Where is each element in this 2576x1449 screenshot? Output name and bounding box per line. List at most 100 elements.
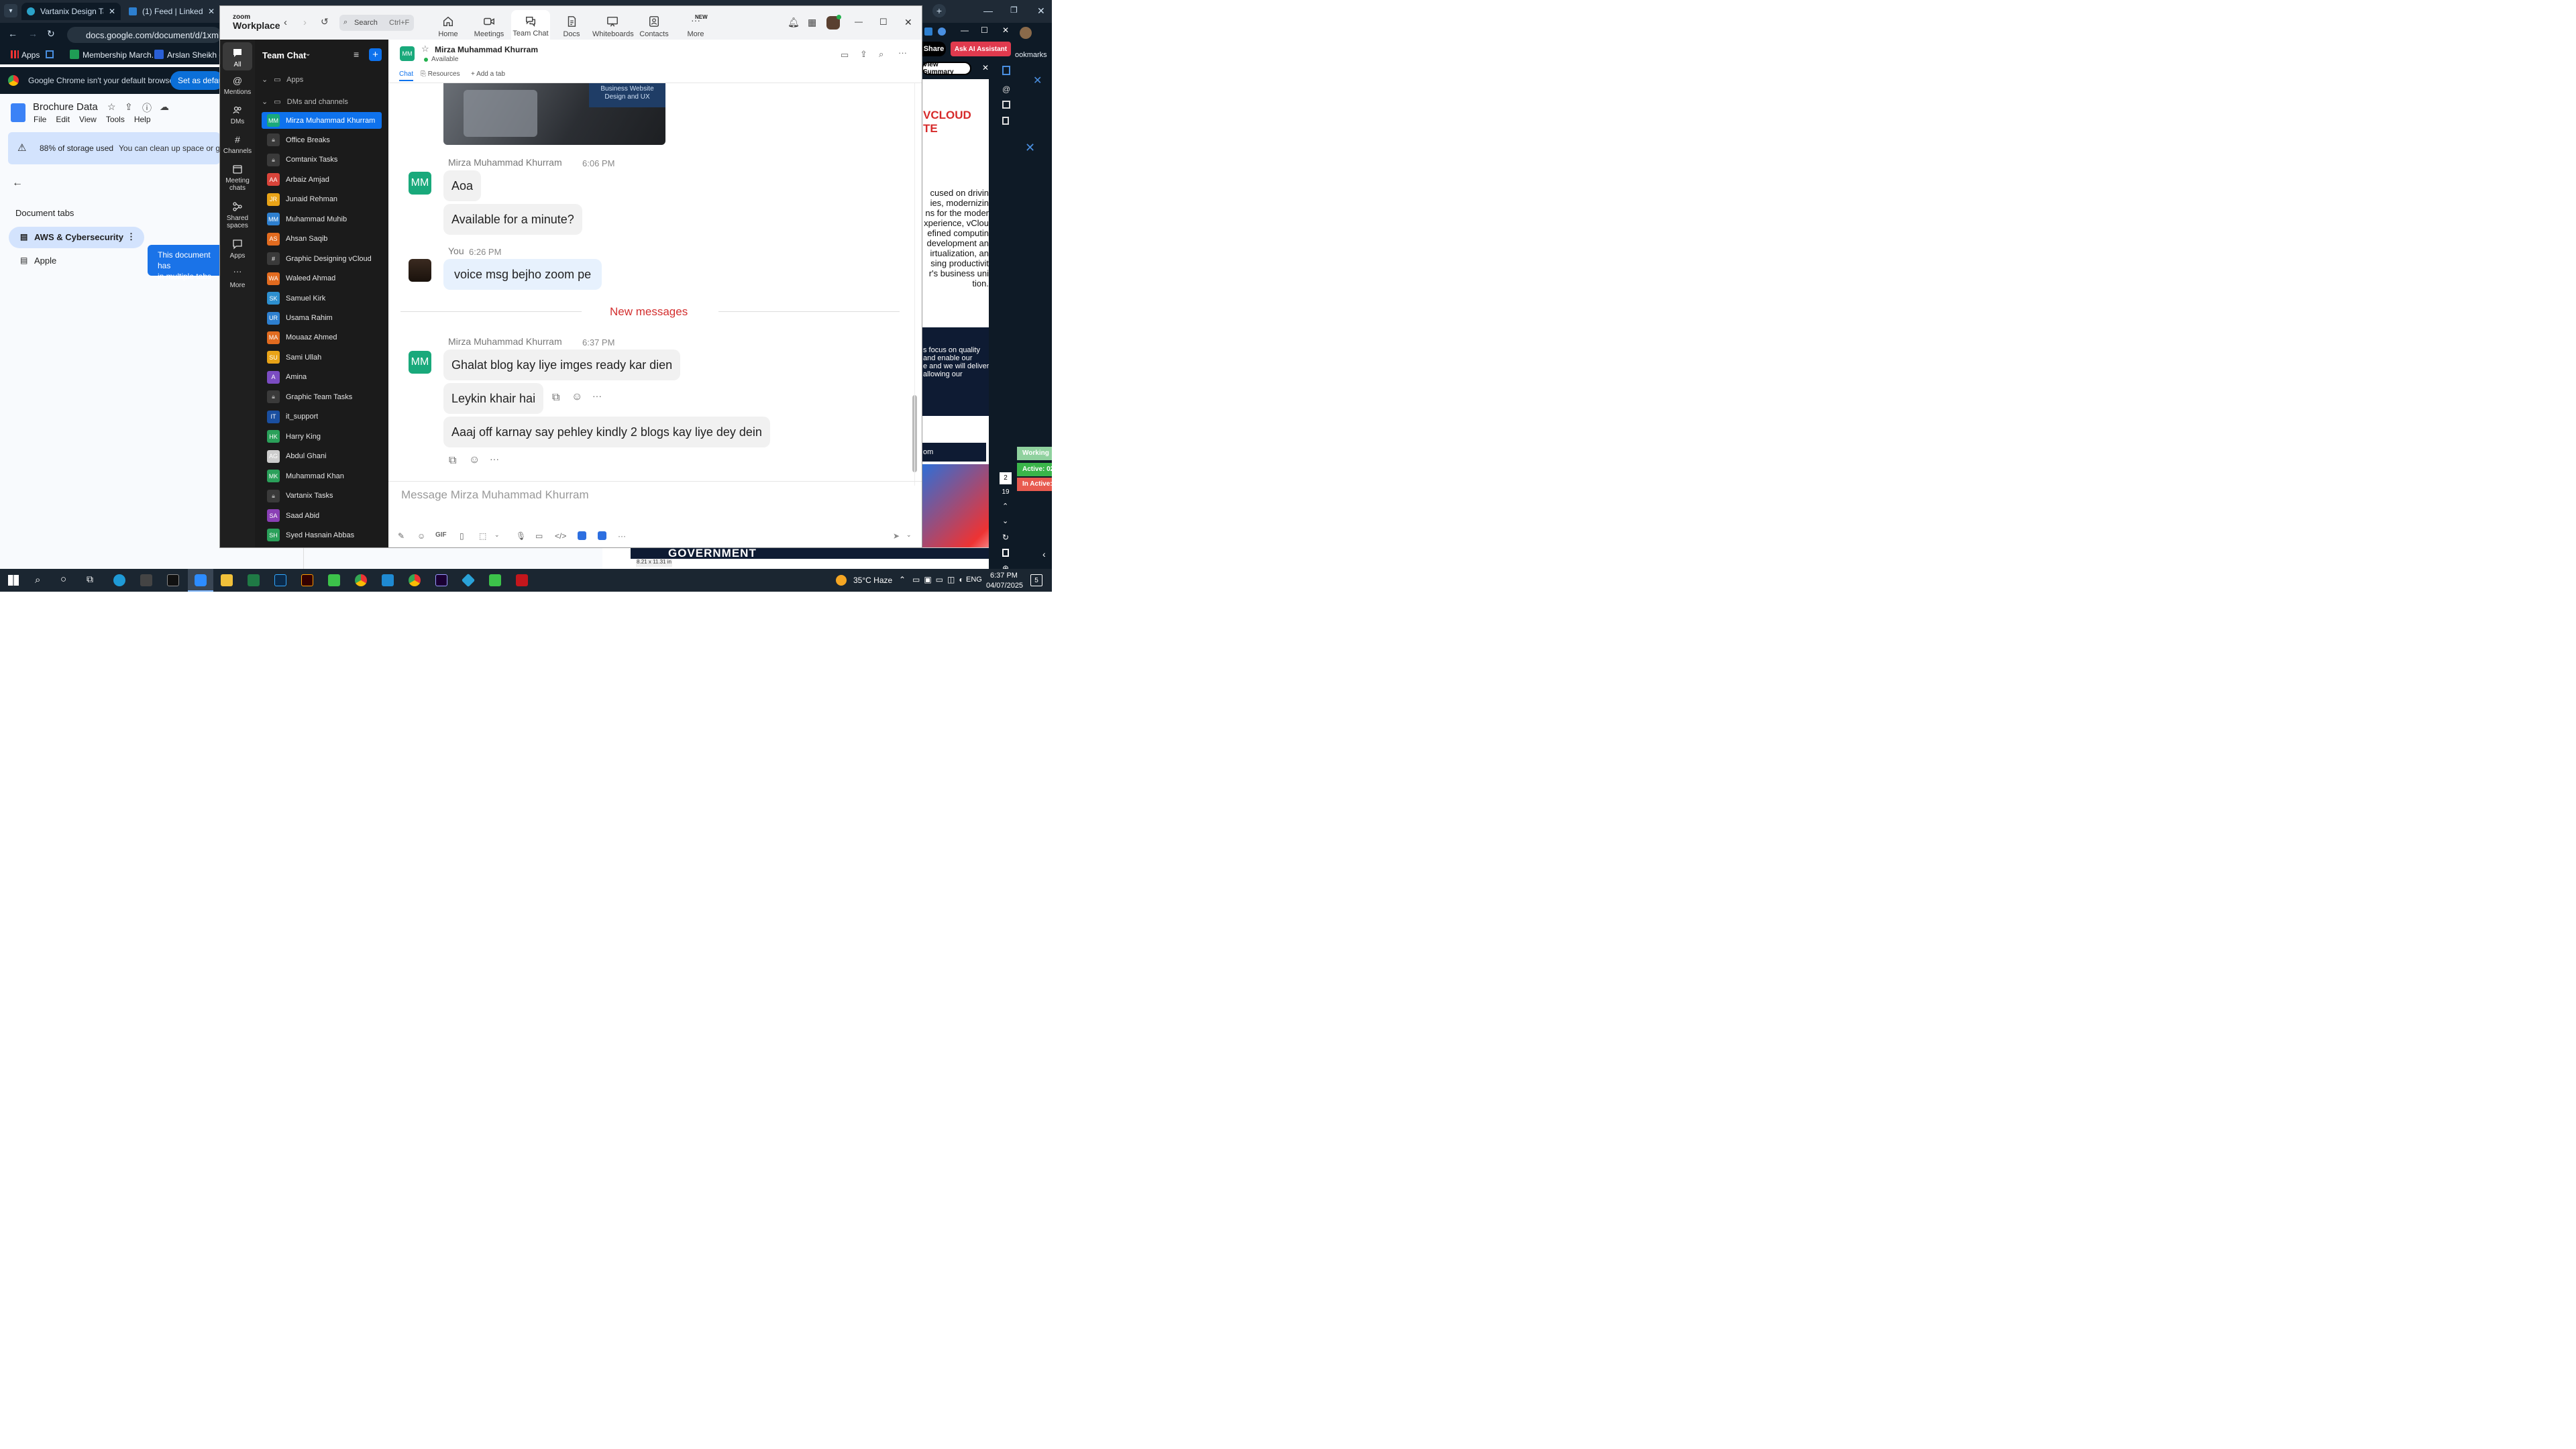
profile-avatar[interactable] xyxy=(1020,27,1032,39)
new-tab-button[interactable]: + xyxy=(932,4,946,17)
chevron-right-icon[interactable]: › xyxy=(303,17,307,28)
sender-name[interactable]: Mirza Muhammad Khurram xyxy=(448,336,562,347)
rail-all[interactable]: All xyxy=(223,42,252,70)
sidebar-item[interactable]: MK Muhammad Khan xyxy=(262,468,382,484)
share-button[interactable]: Share xyxy=(922,42,946,56)
chrome-icon[interactable] xyxy=(355,574,367,586)
sender-avatar[interactable]: MM xyxy=(409,351,431,374)
notification-icon[interactable]: 5 xyxy=(1030,574,1042,586)
apps-icon[interactable] xyxy=(11,50,19,58)
folder-icon[interactable] xyxy=(221,574,233,586)
video-call-icon[interactable]: ▭ xyxy=(841,50,849,60)
nav-team-chat[interactable]: Team Chat xyxy=(511,10,550,40)
up-icon[interactable]: ⌃ xyxy=(1002,502,1008,511)
back-arrow-icon[interactable]: ← xyxy=(12,177,23,189)
emoji-react-icon[interactable]: ☺ xyxy=(469,454,480,466)
chevron-left-icon[interactable]: ‹ xyxy=(1042,549,1046,559)
menu-view[interactable]: View xyxy=(79,115,97,124)
excel-icon[interactable] xyxy=(248,574,260,586)
sidebar-item[interactable]: SA Saad Abid xyxy=(262,507,382,524)
address-bar[interactable]: docs.google.com/document/d/1xmld6A xyxy=(67,27,221,43)
tab-resources[interactable]: ⎘ Resources xyxy=(421,70,460,78)
chrome-tab-2[interactable]: (1) Feed | LinkedIn ✕ xyxy=(123,3,220,20)
pen-icon[interactable] xyxy=(140,574,152,586)
refresh-icon[interactable]: ↻ xyxy=(1002,533,1009,542)
bookmarks-label[interactable]: ookmarks xyxy=(1015,51,1047,59)
sidebar-title[interactable]: Team Chat xyxy=(262,50,307,60)
mic-icon[interactable]: 🎙︎ xyxy=(516,531,526,541)
move-icon[interactable]: ⇪ xyxy=(125,101,133,113)
sidebar-item[interactable]: IT it_support xyxy=(262,409,382,425)
tab-search-button[interactable]: ▾ xyxy=(4,4,17,17)
more-options-icon[interactable]: ··· xyxy=(898,48,907,58)
more-actions-icon[interactable]: ··· xyxy=(490,453,499,464)
bookmark-arslan[interactable]: Arslan Sheikh on B xyxy=(167,50,221,60)
contact-avatar[interactable]: MM xyxy=(400,46,415,61)
chevron-down-icon[interactable]: ⌄ xyxy=(305,50,311,58)
chevron-left-icon[interactable]: ‹ xyxy=(284,17,287,28)
sidebar-item[interactable]: SH Syed Hasnain Abbas xyxy=(262,527,382,543)
sender-name[interactable]: Mirza Muhammad Khurram xyxy=(448,157,562,168)
tab-add[interactable]: + Add a tab xyxy=(471,70,505,78)
set-default-button[interactable]: Set as default xyxy=(170,71,224,90)
vscode-icon[interactable] xyxy=(382,574,394,586)
menu-file[interactable]: File xyxy=(34,115,46,124)
share-screen-icon[interactable]: ⇪ xyxy=(860,49,867,60)
cloud-icon[interactable]: ☁ xyxy=(160,101,169,113)
premiere-icon[interactable] xyxy=(435,574,447,586)
task-view-icon[interactable]: ⧉ xyxy=(87,574,93,585)
screenshot-icon[interactable]: ⬚ xyxy=(479,531,486,541)
forward-icon[interactable]: → xyxy=(28,28,38,39)
nav-contacts[interactable]: Contacts xyxy=(634,11,674,38)
sidebar-item[interactable]: AS Ahsan Saqib xyxy=(262,231,382,248)
weather-text[interactable]: 35°C Haze xyxy=(853,576,892,585)
message-bubble[interactable]: Aaaj off karnay say pehley kindly 2 blog… xyxy=(443,417,770,447)
chrome-tab-1[interactable]: Vartanix Design Tasks ✕ xyxy=(21,3,121,20)
tab-chat[interactable]: Chat xyxy=(399,70,414,81)
doc-tab-aws[interactable]: ▤ AWS & Cybersecurity ⋮ xyxy=(9,227,144,248)
more-actions-icon[interactable]: ··· xyxy=(592,390,602,401)
message-bubble[interactable]: Leykin khair hai xyxy=(443,383,544,414)
emoji-react-icon[interactable]: ☺ xyxy=(572,391,582,403)
search-bar[interactable]: ⌕ Search Ctrl+F xyxy=(339,15,414,31)
rail-mentions[interactable]: @ Mentions xyxy=(223,75,252,96)
app-blue-icon[interactable] xyxy=(461,573,476,588)
language-label[interactable]: ENG xyxy=(966,576,982,584)
doc-small-icon[interactable] xyxy=(1002,549,1009,557)
sidebar-item[interactable]: HK Harry King xyxy=(262,428,382,445)
menu-tools[interactable]: Tools xyxy=(106,115,125,124)
image-attachment[interactable]: Business Website Design and UX xyxy=(443,83,665,145)
sidebar-item[interactable]: AG Abdul Ghani xyxy=(262,448,382,465)
close-icon[interactable]: ✕ xyxy=(109,7,115,16)
nav-whiteboards[interactable]: Whiteboards xyxy=(592,11,634,38)
at-icon[interactable]: @ xyxy=(1002,85,1010,94)
bell-icon[interactable]: 🔔︎ xyxy=(788,17,800,28)
minimize-icon[interactable]: — xyxy=(855,17,863,26)
maximize-icon[interactable]: ❐ xyxy=(1010,5,1018,15)
chevron-down-icon[interactable]: ⌄ xyxy=(906,531,912,539)
my-avatar[interactable] xyxy=(409,259,431,282)
copy-icon[interactable] xyxy=(1002,117,1009,125)
menu-edit[interactable]: Edit xyxy=(56,115,70,124)
star-icon[interactable]: ☆ xyxy=(107,101,116,113)
info-icon[interactable]: ⓘ xyxy=(142,101,152,115)
chrome-icon-2[interactable] xyxy=(409,574,421,586)
edge-icon[interactable] xyxy=(113,574,125,586)
star-icon[interactable]: ☆ xyxy=(421,44,429,54)
sidebar-item[interactable]: A Amina xyxy=(262,369,382,386)
nav-docs[interactable]: Docs xyxy=(551,11,592,38)
sender-avatar[interactable]: MM xyxy=(409,172,431,195)
reload-icon[interactable]: ↻ xyxy=(47,28,55,40)
sidebar-item[interactable]: SU Sami Ullah xyxy=(262,349,382,366)
doc-icon[interactable] xyxy=(1002,66,1010,75)
bookmark-membership[interactable]: Membership March... xyxy=(83,50,158,60)
grid-icon[interactable] xyxy=(46,50,54,58)
clock-time[interactable]: 6:37 PM xyxy=(990,572,1018,580)
sidebar-item[interactable]: UR Usama Rahim xyxy=(262,310,382,327)
format-icon[interactable]: ✎ xyxy=(398,531,405,541)
terminal-icon[interactable] xyxy=(167,574,179,586)
reply-icon[interactable]: ⧉ xyxy=(449,455,456,467)
message-input[interactable]: Message Mirza Muhammad Khurram xyxy=(401,488,871,506)
app-icon-2[interactable] xyxy=(598,531,606,540)
sidebar-item[interactable]: MM Muhammad Muhib xyxy=(262,211,382,227)
